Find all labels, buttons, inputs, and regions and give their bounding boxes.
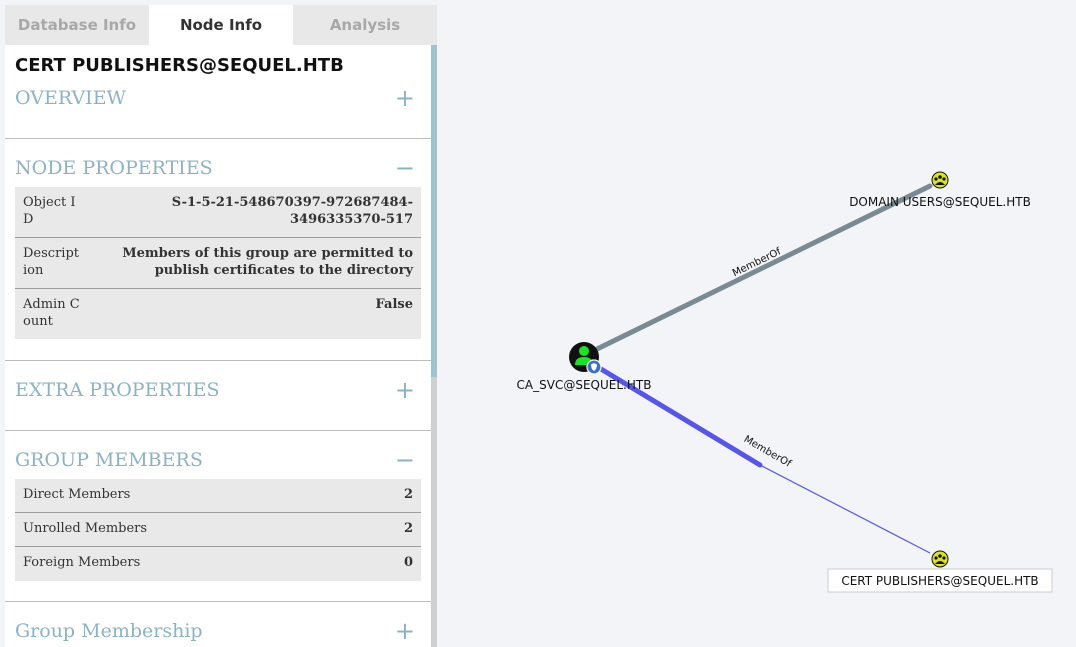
- tab-node-info[interactable]: Node Info: [149, 5, 293, 45]
- node-properties-table: Object ID S-1-5-21-548670397-972687484-3…: [15, 187, 421, 339]
- expand-icon[interactable]: +: [395, 619, 415, 643]
- divider: [5, 138, 431, 139]
- property-key: Admin Count: [23, 297, 80, 329]
- divider: [5, 430, 431, 431]
- property-key: Object ID: [23, 195, 76, 227]
- section-extra-properties-label: EXTRA PROPERTIES: [15, 379, 220, 401]
- group-members-table: Direct Members 2 Unrolled Members 2 Fore…: [15, 479, 421, 581]
- property-value: S-1-5-21-548670397-972687484-3496335370-…: [171, 195, 413, 227]
- table-row[interactable]: Foreign Members 0: [15, 547, 421, 581]
- collapse-icon[interactable]: −: [395, 156, 415, 180]
- property-value: False: [375, 297, 413, 312]
- property-value: Members of this group are permitted to p…: [122, 246, 413, 278]
- section-group-membership-label: Group Membership: [15, 620, 203, 642]
- member-count-value: 2: [403, 487, 413, 502]
- table-row[interactable]: Direct Members 2: [15, 479, 421, 513]
- section-node-properties-label: NODE PROPERTIES: [15, 157, 213, 179]
- divider: [5, 601, 431, 602]
- table-row: Description Members of this group are pe…: [15, 238, 421, 289]
- section-node-properties-header[interactable]: NODE PROPERTIES −: [15, 154, 415, 182]
- section-group-members-header[interactable]: GROUP MEMBERS −: [15, 446, 415, 474]
- section-overview-label: OVERVIEW: [15, 87, 127, 109]
- expand-icon[interactable]: +: [395, 86, 415, 110]
- edge-label: MemberOf: [742, 434, 793, 470]
- graph-node-ca-svc[interactable]: CA_SVC@SEQUEL.HTB: [517, 342, 652, 392]
- node-label: CA_SVC@SEQUEL.HTB: [517, 378, 652, 392]
- node-info-panel: Database Info Node Info Analysis CERT PU…: [5, 5, 437, 647]
- table-row[interactable]: Unrolled Members 2: [15, 513, 421, 547]
- member-count-key: Foreign Members: [23, 555, 141, 570]
- node-circle: [931, 550, 949, 568]
- section-group-membership-header[interactable]: Group Membership +: [15, 617, 415, 645]
- member-count-key: Unrolled Members: [23, 521, 148, 536]
- graph-node-cert-publishers[interactable]: CERT PUBLISHERS@SEQUEL.HTB: [827, 550, 1053, 593]
- section-group-members-label: GROUP MEMBERS: [15, 449, 203, 471]
- node-info-content: CERT PUBLISHERS@SEQUEL.HTB OVERVIEW + NO…: [5, 45, 431, 647]
- section-overview-header[interactable]: OVERVIEW +: [15, 84, 415, 112]
- collapse-icon[interactable]: −: [395, 448, 415, 472]
- panel-tabs: Database Info Node Info Analysis: [5, 5, 437, 45]
- table-row: Admin Count False: [15, 289, 421, 339]
- node-label: CERT PUBLISHERS@SEQUEL.HTB: [841, 574, 1038, 588]
- tab-database-info[interactable]: Database Info: [5, 5, 149, 45]
- node-circle: [931, 171, 949, 189]
- divider: [5, 360, 431, 361]
- member-count-key: Direct Members: [23, 487, 131, 502]
- member-count-value: 0: [403, 555, 413, 570]
- graph-node-domain-users[interactable]: DOMAIN USERS@SEQUEL.HTB: [849, 171, 1031, 209]
- section-extra-properties-header[interactable]: EXTRA PROPERTIES +: [15, 376, 415, 404]
- expand-icon[interactable]: +: [395, 378, 415, 402]
- table-row: Object ID S-1-5-21-548670397-972687484-3…: [15, 187, 421, 238]
- graph-canvas[interactable]: MemberOf MemberOf CA_SVC@SEQUEL.HTB DOMA…: [437, 0, 1076, 647]
- shield-icon: [586, 359, 602, 375]
- property-key: Description: [23, 246, 79, 278]
- tab-analysis[interactable]: Analysis: [293, 5, 437, 45]
- node-title: CERT PUBLISHERS@SEQUEL.HTB: [15, 55, 344, 76]
- edge-memberof-cert-publishers-tail: [759, 464, 931, 554]
- node-label: DOMAIN USERS@SEQUEL.HTB: [849, 195, 1031, 209]
- member-count-value: 2: [403, 521, 413, 536]
